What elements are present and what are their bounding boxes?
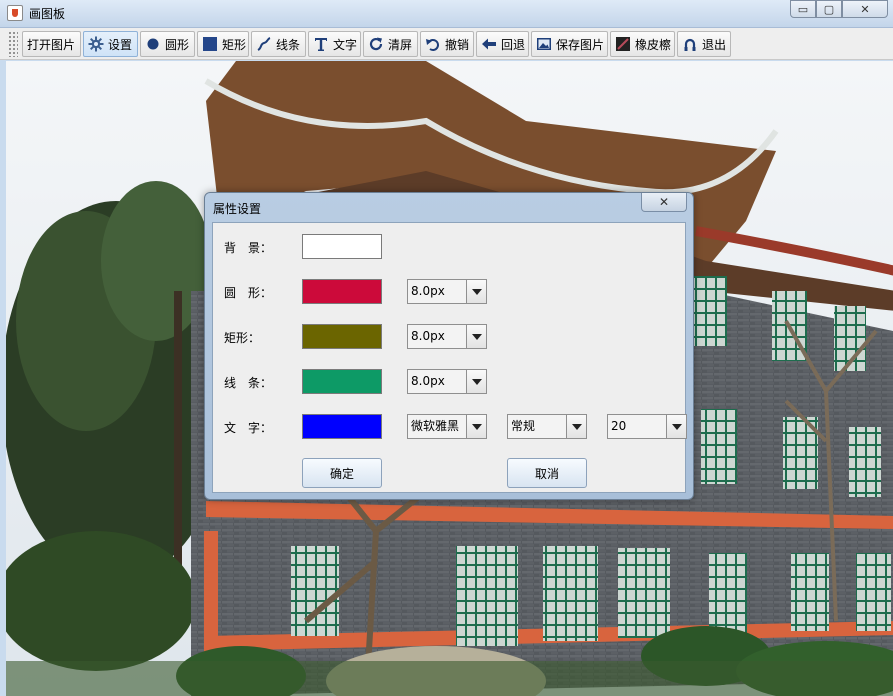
window-controls: ▭ ▢ ✕: [790, 0, 888, 18]
properties-dialog: 属性设置 ✕ 背 景： 圆 形： 8.0px 矩形： 8.0px 线 条： 8.…: [204, 192, 694, 500]
dialog-title: 属性设置: [213, 202, 262, 216]
java-app-icon: [7, 5, 23, 21]
font-style-value: 常规: [508, 415, 566, 438]
back-label: 回退: [501, 37, 526, 52]
toolbar: 打开图片 设置 圆形 矩形 线条 文字 清屏 撤销 回退 保存图片 橡皮檫 退出: [0, 28, 893, 60]
line-icon: [256, 36, 272, 52]
text-icon: [313, 36, 329, 52]
font-family-select[interactable]: 微软雅黑: [407, 414, 487, 439]
circle-label: 圆形: [165, 37, 190, 52]
chevron-down-icon[interactable]: [666, 415, 686, 438]
font-style-select[interactable]: 常规: [507, 414, 587, 439]
cancel-button[interactable]: 取消: [507, 458, 587, 488]
font-family-value: 微软雅黑: [408, 415, 466, 438]
window-title-bar: 画图板 ▭ ▢ ✕: [0, 0, 893, 28]
refresh-icon: [368, 36, 384, 52]
circle-icon: [145, 36, 161, 52]
minimize-button[interactable]: ▭: [790, 0, 816, 18]
open-image-button[interactable]: 打开图片: [22, 31, 81, 57]
maximize-button[interactable]: ▢: [816, 0, 842, 18]
text-button[interactable]: 文字: [308, 31, 361, 57]
window-title: 画图板: [29, 7, 66, 21]
clear-screen-button[interactable]: 清屏: [363, 31, 418, 57]
back-button[interactable]: 回退: [476, 31, 529, 57]
eraser-label: 橡皮檫: [635, 37, 672, 52]
font-size-select[interactable]: 20: [607, 414, 687, 439]
dialog-close-button[interactable]: ✕: [641, 193, 687, 212]
image-icon: [536, 36, 552, 52]
toolbar-grip-handle[interactable]: [8, 31, 18, 57]
save-image-button[interactable]: 保存图片: [531, 31, 608, 57]
chevron-down-icon[interactable]: [566, 415, 586, 438]
text-color-swatch[interactable]: [302, 414, 382, 439]
clear-screen-label: 清屏: [388, 37, 413, 52]
circle-button[interactable]: 圆形: [140, 31, 195, 57]
font-size-value: 20: [608, 415, 666, 438]
circle-color-swatch[interactable]: [302, 279, 382, 304]
exit-button[interactable]: 退出: [677, 31, 731, 57]
undo-label: 撤销: [445, 37, 470, 52]
save-image-label: 保存图片: [556, 37, 605, 52]
text-label: 文 字：: [224, 421, 273, 435]
line-color-swatch[interactable]: [302, 369, 382, 394]
rect-label: 矩形：: [224, 331, 261, 345]
dialog-body: 背 景： 圆 形： 8.0px 矩形： 8.0px 线 条： 8.0px 文 字…: [212, 222, 687, 493]
gear-icon: [88, 36, 104, 52]
exit-icon: [682, 36, 698, 52]
circle-size-value: 8.0px: [408, 280, 466, 303]
chevron-down-icon[interactable]: [466, 370, 486, 393]
circle-label: 圆 形：: [224, 286, 273, 300]
close-button[interactable]: ✕: [842, 0, 888, 18]
chevron-down-icon[interactable]: [466, 325, 486, 348]
circle-size-select[interactable]: 8.0px: [407, 279, 487, 304]
settings-button[interactable]: 设置: [83, 31, 138, 57]
eraser-button[interactable]: 橡皮檫: [610, 31, 675, 57]
rectangle-button[interactable]: 矩形: [197, 31, 249, 57]
chevron-down-icon[interactable]: [466, 280, 486, 303]
line-label: 线条: [276, 37, 301, 52]
undo-button[interactable]: 撤销: [420, 31, 474, 57]
open-image-label: 打开图片: [27, 37, 76, 52]
settings-label: 设置: [108, 37, 133, 52]
line-button[interactable]: 线条: [251, 31, 306, 57]
back-arrow-icon: [481, 36, 497, 52]
undo-icon: [425, 36, 441, 52]
line-size-select[interactable]: 8.0px: [407, 369, 487, 394]
ok-button[interactable]: 确定: [302, 458, 382, 488]
background-color-swatch[interactable]: [302, 234, 382, 259]
background-label: 背 景：: [224, 241, 273, 255]
rectangle-icon: [202, 36, 218, 52]
rect-color-swatch[interactable]: [302, 324, 382, 349]
text-label: 文字: [333, 37, 358, 52]
line-size-value: 8.0px: [408, 370, 466, 393]
eraser-icon: [615, 36, 631, 52]
rectangle-label: 矩形: [222, 37, 247, 52]
rect-size-value: 8.0px: [408, 325, 466, 348]
exit-label: 退出: [702, 37, 727, 52]
line-label: 线 条：: [224, 376, 273, 390]
rect-size-select[interactable]: 8.0px: [407, 324, 487, 349]
chevron-down-icon[interactable]: [466, 415, 486, 438]
